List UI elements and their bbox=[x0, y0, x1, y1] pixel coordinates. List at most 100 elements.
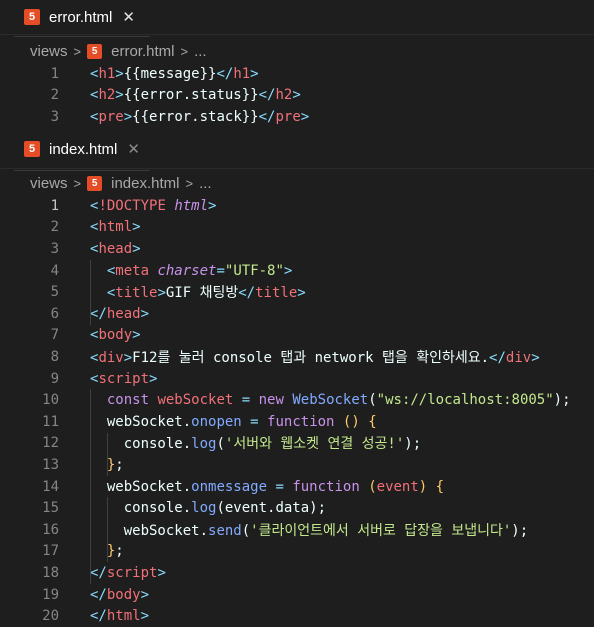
breadcrumb-folder[interactable]: views bbox=[30, 175, 68, 192]
code-text: webSocket.send('클라이언트에서 서버로 답장을 보냅니다'); bbox=[90, 520, 528, 540]
code-token: F12를 눌러 console 탭과 network 탭을 확인하세요. bbox=[132, 349, 490, 366]
code-token: h1 bbox=[98, 65, 116, 82]
code-token: > bbox=[292, 87, 301, 104]
line-number: 2 bbox=[50, 219, 59, 236]
code-token: console. bbox=[123, 500, 192, 517]
code-token: </ bbox=[238, 285, 256, 302]
code-text: </html> bbox=[90, 608, 149, 624]
code-text: </head> bbox=[90, 306, 149, 322]
chevron-right-icon: > bbox=[73, 175, 82, 191]
code-line[interactable]: 20 </html> bbox=[0, 605, 594, 627]
code-token: function bbox=[267, 413, 335, 430]
code-token: h1 bbox=[233, 65, 251, 82]
chevron-right-icon: > bbox=[180, 43, 189, 59]
code-token: '클라이언트에서 서버로 답장을 보냅니다' bbox=[250, 522, 512, 539]
breadcrumb-file[interactable]: index.html bbox=[111, 175, 179, 192]
code-line[interactable]: 3 <pre>{{error.stack}}</pre> bbox=[0, 106, 594, 128]
code-token: > bbox=[140, 305, 150, 322]
code-token: div bbox=[505, 349, 532, 366]
code-token: script bbox=[98, 370, 150, 387]
code-token: webSocket bbox=[157, 392, 234, 409]
code-line[interactable]: 8 <div>F12를 눌러 console 탭과 network 탭을 확인하세… bbox=[0, 346, 594, 368]
code-token: log bbox=[191, 500, 217, 517]
tab-error-html[interactable]: 5 error.html ✕ bbox=[0, 0, 155, 35]
line-number: 3 bbox=[50, 108, 59, 125]
line-number: 1 bbox=[50, 65, 59, 82]
code-token: > bbox=[140, 586, 150, 603]
code-token: > bbox=[300, 108, 310, 125]
code-text: <meta charset="UTF-8"> bbox=[90, 262, 293, 279]
close-icon[interactable]: ✕ bbox=[127, 140, 140, 158]
code-token: > bbox=[283, 262, 293, 279]
code-token: ( bbox=[216, 436, 225, 453]
breadcrumb-file[interactable]: error.html bbox=[111, 43, 174, 60]
code-text: <pre>{{error.stack}}</pre> bbox=[90, 109, 309, 125]
code-token: ; bbox=[115, 543, 124, 560]
code-text: </body> bbox=[90, 587, 149, 603]
close-icon[interactable]: ✕ bbox=[122, 8, 135, 26]
code-token: = bbox=[275, 478, 284, 495]
code-text: <script> bbox=[90, 371, 157, 387]
code-line[interactable]: 9 <script> bbox=[0, 368, 594, 390]
code-token: onmessage bbox=[191, 478, 268, 495]
code-token: > bbox=[140, 608, 150, 625]
code-token: </ bbox=[489, 349, 506, 366]
code-token: {{error.stack}} bbox=[132, 108, 259, 125]
code-token: ( bbox=[368, 392, 377, 409]
code-token: () bbox=[342, 413, 360, 430]
code-token: meta bbox=[115, 262, 150, 279]
code-token: > bbox=[132, 327, 141, 344]
code-token: > bbox=[297, 285, 306, 302]
line-number: 12 bbox=[42, 435, 59, 452]
code-editor-error[interactable]: 1 <h1>{{message}}</h1> 2 <h2>{{error.status… bbox=[0, 63, 594, 129]
breadcrumb-more[interactable]: ... bbox=[199, 175, 212, 192]
html5-icon: 5 bbox=[24, 141, 40, 157]
line-number: 2 bbox=[50, 87, 59, 104]
code-text: webSocket.onopen = function () { bbox=[90, 414, 377, 430]
code-line[interactable]: 2 <html> bbox=[0, 217, 594, 239]
code-token: head bbox=[98, 240, 133, 257]
code-token: = bbox=[241, 392, 251, 409]
code-token: GIF 채팅방 bbox=[165, 285, 239, 302]
code-line[interactable]: 7 <body> bbox=[0, 325, 594, 347]
code-token: > bbox=[115, 65, 124, 82]
code-text: <h2>{{error.status}}</h2> bbox=[90, 87, 301, 103]
code-token: html bbox=[98, 219, 133, 236]
code-token: webSocket. bbox=[106, 413, 192, 430]
line-number: 8 bbox=[50, 348, 59, 365]
code-token: </ bbox=[216, 65, 234, 82]
code-line[interactable]: 1 <h1>{{message}}</h1> bbox=[0, 63, 594, 85]
code-token: const bbox=[106, 392, 150, 409]
code-line[interactable]: 3 <head> bbox=[0, 238, 594, 260]
breadcrumb-folder[interactable]: views bbox=[30, 43, 68, 60]
code-text: console.log(event.data); bbox=[90, 500, 326, 516]
code-token: body bbox=[98, 327, 133, 344]
code-editor-index[interactable]: 1 <!DOCTYPE html> 2 <html> 3 <head> 4 <meta ch… bbox=[0, 195, 594, 625]
tab-index-html[interactable]: 5 index.html ✕ bbox=[0, 132, 155, 166]
code-token: > bbox=[123, 108, 133, 125]
breadcrumb-more[interactable]: ... bbox=[194, 43, 207, 60]
code-token: head bbox=[106, 305, 141, 322]
code-token: ( bbox=[241, 522, 251, 539]
code-token: ); bbox=[511, 522, 529, 539]
line-number: 9 bbox=[50, 370, 59, 387]
code-line[interactable]: 19 </body> bbox=[0, 584, 594, 606]
code-line[interactable]: 1 <!DOCTYPE html> bbox=[0, 195, 594, 217]
line-number: 20 bbox=[42, 608, 59, 625]
code-token: ); bbox=[553, 392, 571, 409]
code-token: body bbox=[106, 586, 141, 603]
code-line[interactable]: 2 <h2>{{error.status}}</h2> bbox=[0, 85, 594, 107]
code-token: "UTF-8" bbox=[224, 262, 284, 279]
line-number: 17 bbox=[42, 543, 59, 560]
code-token: > bbox=[115, 87, 124, 104]
indent-guide bbox=[90, 389, 91, 584]
